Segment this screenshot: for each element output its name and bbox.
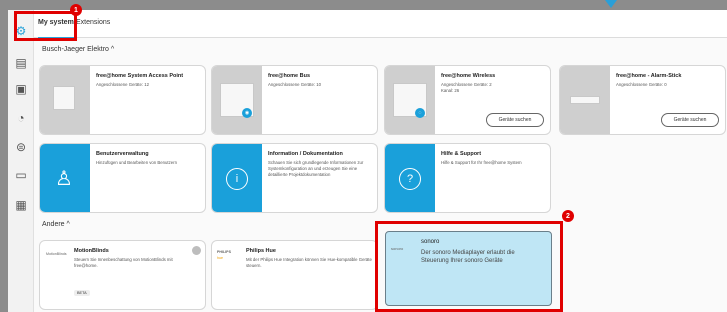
card-motionblinds[interactable]: MotionBlinds MotionBlinds Steuern Sie In… (39, 240, 206, 310)
pointer-arrow-icon (605, 0, 617, 8)
enable-toggle[interactable] (192, 246, 201, 255)
card-image (40, 66, 90, 134)
card-image: ? (385, 144, 435, 212)
section-busch-jaeger[interactable]: Busch-Jaeger Elektro ^ (42, 46, 114, 53)
card-title: MotionBlinds (74, 248, 109, 254)
beta-badge: BETA (74, 290, 90, 296)
card-description: Hilfe & Support für Ihr free@home System (441, 160, 522, 165)
lock-icon[interactable]: ⊜ (12, 138, 30, 156)
window-frame-top (0, 0, 727, 10)
floorplan-icon[interactable]: ▤ (12, 54, 30, 72)
help-icon: ? (399, 168, 421, 190)
tab-bar: My system Extensions (34, 10, 727, 39)
device-image (570, 96, 600, 104)
card-title: free@home System Access Point (96, 73, 184, 79)
user-icon: ♙ (55, 168, 73, 190)
marker-2: 2 (562, 210, 574, 222)
wireless-badge-icon: ◌ (415, 108, 425, 118)
highlight-box-2 (375, 221, 563, 312)
card-system-access-point[interactable]: free@home System Access Point Angeschlos… (39, 65, 206, 135)
card-description: Steuern Sie Innenbeschattung von MotionB… (74, 257, 173, 268)
card-title: free@home - Alarm-Stick (616, 73, 682, 79)
device-image (53, 86, 75, 110)
card-title: Hilfe & Support (441, 151, 482, 157)
bus-badge-icon: ◉ (242, 108, 252, 118)
card-image: ◉ (212, 66, 262, 134)
card-description: Mit der Philips Hue Integration können S… (246, 257, 372, 268)
card-title: Benutzerverwaltung (96, 151, 149, 157)
card-help-support[interactable]: ? Hilfe & Support Hilfe & Support für Ih… (384, 143, 551, 213)
notification-icon[interactable]: ▦ (12, 196, 30, 214)
hue-logo: hue (217, 256, 223, 260)
card-description: Hinzufügen und Bearbeiten von Benutzern (96, 160, 177, 165)
search-devices-button[interactable]: Geräte suchen (661, 113, 719, 127)
card-title: free@home Wireless (441, 73, 496, 79)
tab-extensions[interactable]: Extensions (76, 19, 110, 26)
card-user-management[interactable]: ♙ Benutzerverwaltung Hinzufügen und Bear… (39, 143, 206, 213)
card-bus[interactable]: ◉ free@home Bus Angeschlossene Geräte: 1… (211, 65, 378, 135)
sidebar: ⚙ ▤ ▣ ◔ ⊜ ▭ ▦ (8, 10, 34, 312)
card-wireless[interactable]: ◌ free@home Wireless Angeschlossene Gerä… (384, 65, 551, 135)
panel-icon[interactable]: ▣ (12, 80, 30, 98)
motionblinds-logo: MotionBlinds (46, 252, 67, 256)
highlight-box-1 (14, 11, 77, 41)
card-image (560, 66, 610, 134)
card-description: Angeschlossene Geräte: 2 Kanal: 26 (441, 82, 492, 93)
card-image: i (212, 144, 262, 212)
philips-logo: PHILIPS (217, 250, 231, 254)
card-title: Information / Dokumentation (268, 151, 343, 157)
card-description: Angeschlossene Geräte: 0 (616, 82, 667, 87)
card-information-documentation[interactable]: i Information / Dokumentation Schauen Si… (211, 143, 378, 213)
card-title: free@home Bus (268, 73, 311, 79)
card-alarm-stick[interactable]: free@home - Alarm-Stick Angeschlossene G… (559, 65, 726, 135)
search-devices-button[interactable]: Geräte suchen (486, 113, 544, 127)
card-description: Angeschlossene Geräte: 10 (268, 82, 322, 87)
card-title: Philips Hue (246, 248, 276, 254)
card-image: ♙ (40, 144, 90, 212)
card-philips-hue[interactable]: PHILIPS hue Philips Hue Mit der Philips … (211, 240, 378, 310)
info-icon: i (226, 168, 248, 190)
card-description: Angeschlossene Geräte: 12 (96, 82, 150, 87)
section-andere[interactable]: Andere ^ (42, 221, 70, 228)
monitor-icon[interactable]: ▭ (12, 166, 30, 184)
card-image: ◌ (385, 66, 435, 134)
marker-1: 1 (70, 4, 82, 16)
timer-icon[interactable]: ◔ (12, 109, 30, 127)
window-frame-left (0, 0, 8, 312)
card-description: Schauen Sie sich grundlegende Informatio… (268, 160, 364, 177)
